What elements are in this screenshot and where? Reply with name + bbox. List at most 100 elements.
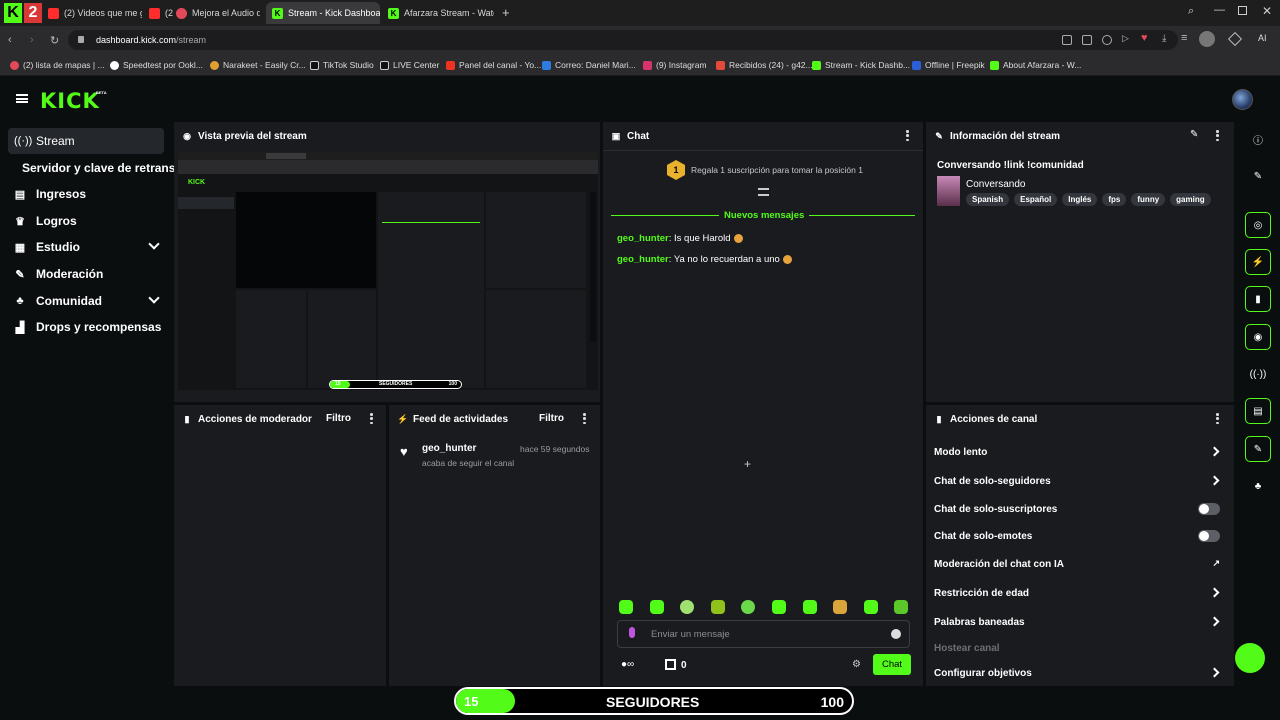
document-rail-icon[interactable]: ▮	[1245, 286, 1271, 312]
bookmark[interactable]: Offline | Freepik	[912, 59, 985, 71]
play-icon[interactable]: ▷	[1122, 33, 1129, 44]
bookmark[interactable]: Narakeet - Easily Cr...	[210, 59, 306, 71]
kebab-menu-icon[interactable]	[370, 413, 373, 424]
bookmark[interactable]: About Afarzara - W...	[990, 59, 1081, 71]
maximize-button[interactable]	[1238, 6, 1247, 15]
category-name[interactable]: Conversando	[966, 179, 1025, 190]
gift-icon[interactable]	[665, 659, 676, 670]
chat-username[interactable]: geo_hunter	[617, 233, 669, 244]
edit-pencil-icon[interactable]: ✎	[1250, 168, 1266, 184]
support-headset-icon[interactable]	[1235, 643, 1265, 673]
browser-tab-active[interactable]: K Stream - Kick Dashboard	[266, 2, 380, 24]
wrench-rail-icon[interactable]: ✎	[1245, 436, 1271, 462]
tag-chip[interactable]: gaming	[1170, 193, 1211, 206]
kebab-menu-icon[interactable]	[1216, 413, 1219, 424]
action-modo-lento[interactable]: Modo lento	[934, 442, 1228, 462]
kebab-menu-icon[interactable]	[1216, 130, 1219, 141]
bookmark[interactable]: (9) Instagram	[643, 59, 707, 71]
camera-icon[interactable]	[1082, 35, 1092, 45]
profile-avatar[interactable]	[1199, 31, 1215, 47]
sidebar-item-moderacion[interactable]: ✎ Moderación	[8, 261, 164, 287]
filter-button[interactable]: Filtro	[326, 413, 351, 424]
search-tabs-icon[interactable]: ⌕	[1188, 5, 1194, 18]
filter-button[interactable]: Filtro	[539, 413, 564, 424]
emote-icon[interactable]	[741, 600, 755, 614]
bookmark[interactable]: Correo: Daniel Mari...	[542, 59, 636, 71]
shield-icon[interactable]	[1102, 35, 1112, 45]
back-button[interactable]: ‹	[8, 34, 12, 46]
ai-button[interactable]: AI	[1258, 33, 1267, 43]
emote-icon[interactable]	[680, 600, 694, 614]
bookmark[interactable]: Stream - Kick Dashb...	[812, 59, 910, 71]
bookmark[interactable]: TikTok Studio	[310, 59, 374, 71]
url-text[interactable]: dashboard.kick.com/stream	[96, 35, 206, 45]
tts-icon[interactable]: ●∞	[621, 659, 634, 670]
chat-username[interactable]: geo_hunter	[617, 254, 669, 265]
kick-logo[interactable]: KICK	[40, 89, 100, 113]
download-icon[interactable]: ⤓	[1162, 33, 1166, 44]
chat-input[interactable]: Enviar un mensaje	[617, 620, 910, 648]
menu-icon[interactable]: ≡	[1181, 32, 1187, 44]
tag-chip[interactable]: fps	[1102, 193, 1127, 206]
tag-chip[interactable]: Español	[1014, 193, 1058, 206]
toggle-switch[interactable]	[1198, 503, 1220, 515]
browser-tab[interactable]: K Afarzara Stream - Watch L	[382, 2, 494, 24]
emote-icon[interactable]	[803, 600, 817, 614]
emote-icon[interactable]	[772, 600, 786, 614]
kebab-menu-icon[interactable]	[906, 130, 909, 141]
bookmark[interactable]: Panel del canal - Yo...	[446, 59, 541, 71]
activity-user[interactable]: geo_hunter	[422, 443, 476, 454]
lightning-rail-icon[interactable]: ⚡	[1245, 249, 1271, 275]
new-tab-button[interactable]: +	[502, 5, 510, 20]
edit-pencil-icon[interactable]: ✎	[1190, 129, 1198, 140]
emote-icon[interactable]	[650, 600, 664, 614]
bookmark[interactable]: LIVE Center	[380, 59, 439, 71]
stream-preview-video[interactable]: KICK 15 SEGUIDORES 100	[178, 152, 598, 390]
action-configurar-objetivos[interactable]: Configurar objetivos	[934, 663, 1228, 683]
minimize-button[interactable]: —	[1214, 4, 1225, 16]
emote-icon[interactable]	[833, 600, 847, 614]
tag-chip[interactable]: funny	[1131, 193, 1166, 206]
toggle-switch[interactable]	[1198, 530, 1220, 542]
tag-chip[interactable]: Spanish	[966, 193, 1010, 206]
sidebar-item-ingresos[interactable]: ▤ Ingresos	[8, 181, 164, 207]
action-solo-suscriptores[interactable]: Chat de solo-suscriptores	[934, 499, 1228, 519]
bookmark[interactable]: (2) lista de mapas | ...	[10, 59, 105, 71]
tag-chip[interactable]: Inglés	[1062, 193, 1098, 206]
gift-sub-promo[interactable]: Regala 1 suscripción para tomar la posic…	[691, 165, 863, 175]
user-avatar[interactable]	[1232, 89, 1253, 110]
camera-rail-icon[interactable]: ◎	[1245, 212, 1271, 238]
browser-tab[interactable]: (2) Videos que me gustan	[42, 2, 142, 24]
extension-icon[interactable]	[1227, 31, 1243, 47]
close-window-button[interactable]: ✕	[1262, 4, 1272, 18]
url-field[interactable]	[68, 30, 1178, 50]
settings-gear-icon[interactable]: ⚙	[852, 659, 861, 670]
chat-rail-icon[interactable]: ◉	[1245, 324, 1271, 350]
sidebar-item-logros[interactable]: ♛ Logros	[8, 208, 164, 234]
heart-icon[interactable]: ♥	[1141, 32, 1148, 44]
microphone-icon[interactable]	[629, 627, 635, 638]
action-palabras-baneadas[interactable]: Palabras baneadas	[934, 612, 1228, 632]
share-icon[interactable]	[1062, 35, 1072, 45]
bookmark[interactable]: Recibidos (24) - g42...	[716, 59, 813, 71]
send-chat-button[interactable]: Chat	[873, 654, 911, 675]
action-restriccion-edad[interactable]: Restricción de edad	[934, 583, 1228, 603]
emote-icon[interactable]	[894, 600, 908, 614]
reload-icon[interactable]: ↻	[50, 34, 59, 47]
kebab-menu-icon[interactable]	[583, 413, 586, 424]
browser-tab[interactable]: (2)	[143, 2, 173, 24]
broadcast-rail-icon[interactable]: ((·))	[1250, 366, 1267, 382]
sidebar-item-stream[interactable]: ((·)) Stream	[8, 128, 164, 154]
panel-rail-icon[interactable]: ▤	[1245, 398, 1271, 424]
emote-icon[interactable]	[711, 600, 725, 614]
community-rail-icon[interactable]: ♣	[1250, 478, 1266, 494]
sidebar-item-comunidad[interactable]: ♣ Comunidad	[8, 288, 164, 314]
hamburger-menu-icon[interactable]	[16, 94, 28, 103]
action-solo-emotes[interactable]: Chat de solo-emotes	[934, 526, 1228, 546]
sidebar-item-server-key[interactable]: Servidor y clave de retransm	[16, 155, 176, 181]
info-icon[interactable]: ⓘ	[1250, 131, 1266, 147]
emote-icon[interactable]	[864, 600, 878, 614]
bookmark[interactable]: Speedtest por Ookl...	[110, 59, 203, 71]
sidebar-item-estudio[interactable]: ▦ Estudio	[8, 234, 164, 260]
emoji-picker-icon[interactable]	[891, 629, 901, 639]
